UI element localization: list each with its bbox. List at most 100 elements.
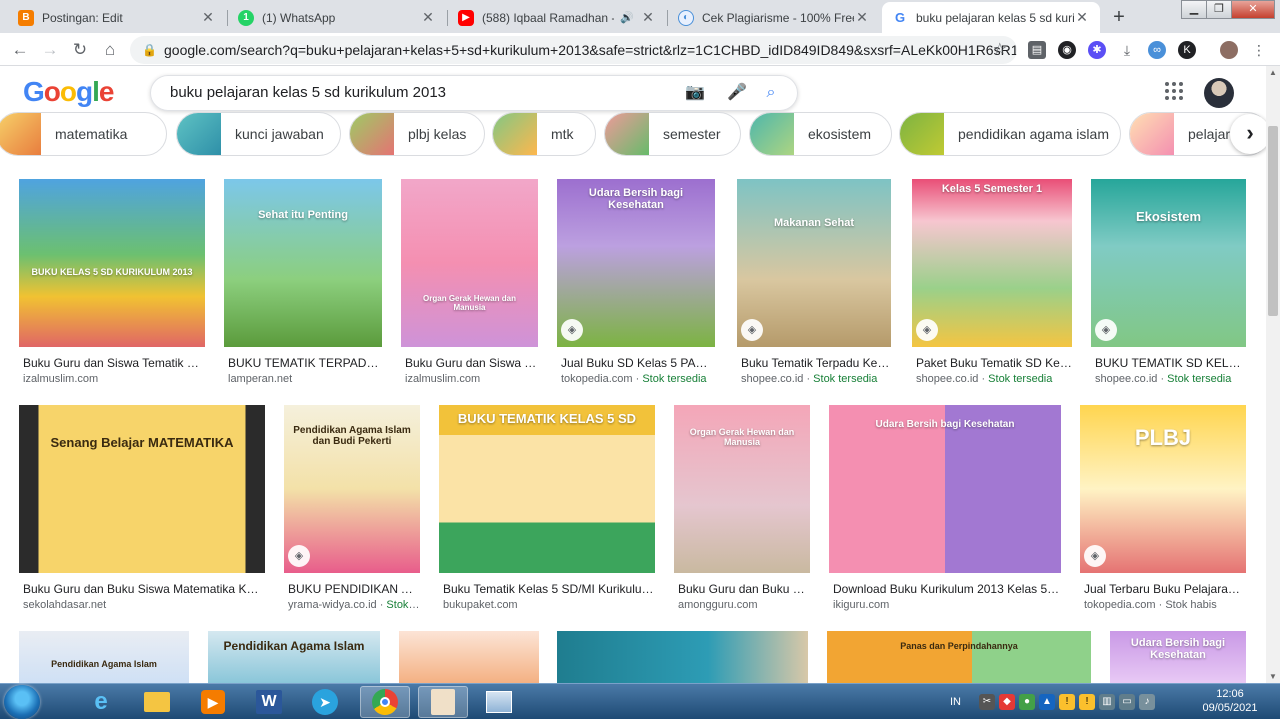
image-result[interactable]: Makanan Sehat ◈ Buku Tematik Terpadu Kela.… xyxy=(737,179,891,393)
result-caption[interactable]: Buku Guru dan Siswa Tematik Ke... xyxy=(23,356,205,370)
incognito-icon[interactable]: ◉ xyxy=(1058,41,1076,59)
image-result[interactable]: BUKU TEMATIK KELAS 5 SD Buku Tematik Kela… xyxy=(439,405,655,619)
result-thumbnail[interactable]: Sehat itu Penting xyxy=(224,179,382,347)
result-thumbnail[interactable]: Kelas 5 Semester 1 ◈ xyxy=(912,179,1072,347)
profile-avatar[interactable] xyxy=(1220,41,1238,59)
result-caption[interactable]: Buku Tematik Kelas 5 SD/MI Kurikulum... xyxy=(443,582,655,596)
close-icon[interactable]: ✕ xyxy=(1074,9,1090,26)
result-thumbnail[interactable]: BUKU TEMATIK KELAS 5 SD xyxy=(439,405,655,573)
forward-button[interactable]: → xyxy=(38,38,62,62)
result-caption[interactable]: Buku Tematik Terpadu Kela... xyxy=(741,356,891,370)
window-close-button[interactable]: ✕ xyxy=(1231,0,1275,19)
result-caption[interactable]: BUKU PENDIDIKAN AG... xyxy=(288,582,420,596)
close-icon[interactable]: ✕ xyxy=(200,9,216,26)
extension-gear-icon[interactable]: ✱ xyxy=(1088,41,1106,59)
media-player-icon[interactable]: ▶ xyxy=(188,686,238,718)
account-avatar[interactable] xyxy=(1204,78,1234,108)
result-thumbnail[interactable]: Organ Gerak Hewan dan Manusia xyxy=(674,405,810,573)
image-result[interactable]: Udara Bersih bagi Kesehatan Download Buku… xyxy=(829,405,1061,619)
tab-postingan[interactable]: B Postingan: Edit ✕ xyxy=(8,2,226,33)
window-switch-icon[interactable] xyxy=(474,686,524,718)
image-result[interactable]: Sehat itu Penting BUKU TEMATIK TERPADU K.… xyxy=(224,179,382,393)
language-indicator[interactable]: IN xyxy=(950,696,961,708)
close-icon[interactable]: ✕ xyxy=(420,9,436,26)
chrome-icon[interactable] xyxy=(360,686,410,718)
home-button[interactable]: ⌂ xyxy=(98,38,122,62)
result-thumbnail[interactable]: Pendidikan Agama Islam dan Budi Pekerti ◈ xyxy=(284,405,420,573)
tray-tool-icon[interactable]: ✂ xyxy=(979,694,995,710)
result-thumbnail[interactable]: Makanan Sehat ◈ xyxy=(737,179,891,347)
result-thumbnail[interactable]: Organ Gerak Hewan dan Manusia xyxy=(401,179,538,347)
image-result[interactable]: Organ Gerak Hewan dan Manusia Buku Guru d… xyxy=(401,179,538,393)
tray-green-icon[interactable]: ● xyxy=(1019,694,1035,710)
apps-grid-icon[interactable] xyxy=(1165,82,1183,100)
start-button[interactable] xyxy=(4,685,40,719)
chip-ekosistem[interactable]: ekosistem xyxy=(749,112,892,156)
result-thumbnail[interactable]: Udara Bersih bagi Kesehatan xyxy=(1110,631,1246,683)
google-logo[interactable]: Google xyxy=(23,76,114,108)
tab-whatsapp[interactable]: 1 (1) WhatsApp ✕ xyxy=(228,2,446,33)
search-query[interactable]: buku pelajaran kelas 5 sd kurikulum 2013 xyxy=(170,76,446,110)
minimize-button[interactable]: ▁ xyxy=(1181,0,1207,19)
image-result[interactable]: Organ Gerak Hewan dan Manusia Buku Guru d… xyxy=(674,405,810,619)
chip-matematika[interactable]: matematika xyxy=(0,112,167,156)
telegram-icon[interactable]: ➤ xyxy=(300,686,350,718)
back-button[interactable]: ← xyxy=(8,38,32,62)
speaker-icon[interactable]: 🔊 xyxy=(620,11,634,24)
extension-k-icon[interactable]: K xyxy=(1178,41,1196,59)
vertical-scrollbar[interactable]: ▲ ▼ xyxy=(1266,66,1280,683)
app-user-icon[interactable] xyxy=(418,686,468,718)
image-result[interactable]: Udara Bersih bagi Kesehatan ◈ Jual Buku SD… xyxy=(557,179,715,393)
chevron-right-icon[interactable]: › xyxy=(1230,114,1266,154)
image-result[interactable]: Pendidikan Agama Islam dan Budi Pekerti ◈… xyxy=(284,405,420,619)
tray-display-icon[interactable]: ▭ xyxy=(1119,694,1135,710)
result-caption[interactable]: Buku Guru dan Buku Si... xyxy=(678,582,810,596)
address-bar[interactable]: 🔒 google.com/search?q=buku+pelajaran+kel… xyxy=(130,36,1017,64)
microphone-icon[interactable]: 🎤 xyxy=(727,83,747,103)
close-icon[interactable]: ✕ xyxy=(640,9,656,26)
chip-plbj-kelas[interactable]: plbj kelas xyxy=(349,112,485,156)
result-caption[interactable]: Download Buku Kurikulum 2013 Kelas 5 R..… xyxy=(833,582,1061,596)
result-caption[interactable]: Jual Buku SD Kelas 5 PAKE... xyxy=(561,356,715,370)
image-result[interactable]: Senang Belajar MATEMATIKA Buku Guru dan B… xyxy=(19,405,265,619)
result-caption[interactable]: Buku Guru dan Buku Siswa Matematika Kela… xyxy=(23,582,265,596)
result-caption[interactable]: BUKU TEMATIK TERPADU K... xyxy=(228,356,382,370)
result-thumbnail[interactable]: Udara Bersih bagi Kesehatan ◈ xyxy=(557,179,715,347)
result-caption[interactable]: Buku Guru dan Siswa T... xyxy=(405,356,538,370)
result-thumbnail[interactable]: Panas dan Perpindahannya xyxy=(827,631,1091,683)
internet-explorer-icon[interactable]: e xyxy=(76,686,126,718)
camera-icon[interactable]: 📷 xyxy=(685,83,705,103)
maximize-button[interactable]: ❐ xyxy=(1206,0,1232,19)
tray-warning-icon[interactable]: ! xyxy=(1079,694,1095,710)
result-thumbnail[interactable]: Pendidikan Agama Islam xyxy=(19,631,189,683)
tab-google-search[interactable]: G buku pelajaran kelas 5 sd kuriku ✕ xyxy=(882,2,1100,33)
new-tab-button[interactable]: + xyxy=(1106,5,1132,31)
scrollbar-thumb[interactable] xyxy=(1268,126,1278,316)
tray-warning-icon[interactable]: ! xyxy=(1059,694,1075,710)
tray-triangle-icon[interactable]: ▲ xyxy=(1039,694,1055,710)
image-result[interactable]: BUKU KELAS 5 SD KURIKULUM 2013 Buku Guru … xyxy=(19,179,205,393)
result-thumbnail[interactable] xyxy=(399,631,539,683)
close-icon[interactable]: ✕ xyxy=(854,9,870,26)
result-thumbnail[interactable]: PLBJ ◈ xyxy=(1080,405,1246,573)
clock[interactable]: 12:06 09/05/2021 xyxy=(1200,687,1260,715)
result-thumbnail[interactable]: Ekosistem ◈ xyxy=(1091,179,1246,347)
chip-semester[interactable]: semester xyxy=(604,112,741,156)
result-caption[interactable]: Paket Buku Tematik SD Kel... xyxy=(916,356,1072,370)
image-result[interactable]: PLBJ ◈ Jual Terbaru Buku Pelajaran ... toko… xyxy=(1080,405,1246,619)
result-thumbnail[interactable] xyxy=(557,631,808,683)
result-caption[interactable]: Jual Terbaru Buku Pelajaran ... xyxy=(1084,582,1246,596)
reload-button[interactable]: ↻ xyxy=(68,38,92,62)
result-thumbnail[interactable]: Senang Belajar MATEMATIKA xyxy=(19,405,265,573)
word-icon[interactable]: W xyxy=(244,686,294,718)
link-icon[interactable]: ∞ xyxy=(1148,41,1166,59)
search-box[interactable]: buku pelajaran kelas 5 sd kurikulum 2013… xyxy=(150,75,798,111)
tab-plagiarism[interactable]: ◐ Cek Plagiarisme - 100% Free Pla ✕ xyxy=(668,2,880,33)
search-icon[interactable]: ⌕ xyxy=(761,83,781,103)
result-thumbnail[interactable]: BUKU KELAS 5 SD KURIKULUM 2013 xyxy=(19,179,205,347)
result-thumbnail[interactable]: Udara Bersih bagi Kesehatan xyxy=(829,405,1061,573)
result-caption[interactable]: BUKU TEMATIK SD KELAS ... xyxy=(1095,356,1246,370)
result-thumbnail[interactable]: Pendidikan Agama Islam xyxy=(208,631,380,683)
image-result[interactable]: Ekosistem ◈ BUKU TEMATIK SD KELAS ... shope… xyxy=(1091,179,1246,393)
print-icon[interactable]: ▤ xyxy=(1028,41,1046,59)
